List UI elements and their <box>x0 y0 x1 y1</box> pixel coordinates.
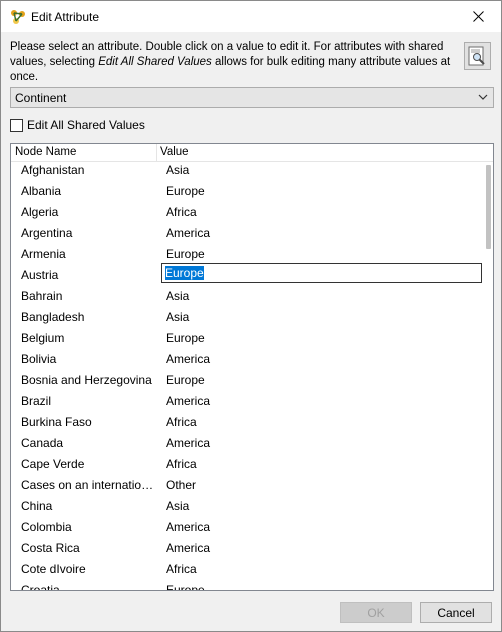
vertical-scrollbar[interactable] <box>483 162 493 590</box>
table-body: Afghanistan Asia Albania Europe Algeria Afric… <box>11 162 483 590</box>
value-edit-field[interactable]: Europe <box>161 263 482 283</box>
value-cell[interactable]: Africa <box>166 204 197 221</box>
node-name-cell[interactable]: Belgium <box>21 330 157 347</box>
node-name-cell[interactable]: China <box>21 498 157 515</box>
value-cell[interactable]: America <box>166 393 210 410</box>
value-cell[interactable]: America <box>166 540 210 557</box>
scrollbar-thumb[interactable] <box>486 165 491 249</box>
value-cell[interactable]: Asia <box>166 288 189 305</box>
edit-all-shared-checkbox[interactable] <box>10 118 23 132</box>
value-cell[interactable]: Asia <box>166 162 189 179</box>
node-name-cell[interactable]: Colombia <box>21 519 157 536</box>
instructions-text: Please select an attribute. Double click… <box>10 41 451 83</box>
value-cell[interactable]: America <box>166 351 210 368</box>
value-cell[interactable]: America <box>166 225 210 242</box>
value-cell[interactable]: Africa <box>166 561 197 578</box>
node-name-cell[interactable]: Bangladesh <box>21 309 157 326</box>
edit-all-shared-label: Edit All Shared Values <box>27 118 145 132</box>
table-row[interactable]: Cote dIvoire Africa <box>11 561 483 582</box>
node-name-cell[interactable]: Austria <box>21 267 157 284</box>
table-row[interactable]: Bangladesh Asia <box>11 309 483 330</box>
title-bar: Edit Attribute <box>1 1 501 32</box>
table-row[interactable]: Colombia America <box>11 519 483 540</box>
table-row[interactable]: Afghanistan Asia <box>11 162 483 183</box>
node-name-cell[interactable]: Bosnia and Herzegovina <box>21 372 157 389</box>
table-row[interactable]: Burkina Faso Africa <box>11 414 483 435</box>
table-row[interactable]: Albania Europe <box>11 183 483 204</box>
table-row[interactable]: Cape Verde Africa <box>11 456 483 477</box>
table-header: Node Name Value <box>11 144 493 162</box>
cancel-button[interactable]: Cancel <box>420 602 492 623</box>
attribute-dropdown[interactable]: Continent <box>10 87 494 108</box>
node-name-cell[interactable]: Burkina Faso <box>21 414 157 431</box>
value-cell[interactable]: Europe <box>166 372 205 389</box>
node-name-cell[interactable]: Bolivia <box>21 351 157 368</box>
node-name-cell[interactable]: Cote dIvoire <box>21 561 157 578</box>
node-name-cell[interactable]: Canada <box>21 435 157 452</box>
node-name-cell[interactable]: Bahrain <box>21 288 157 305</box>
table-row[interactable]: Cases on an international... Other <box>11 477 483 498</box>
column-divider[interactable] <box>156 144 157 161</box>
help-button[interactable] <box>464 42 491 70</box>
edit-attribute-dialog: Edit Attribute Please select an attribut… <box>0 0 502 632</box>
table-row[interactable]: Croatia Europe <box>11 582 483 590</box>
value-cell[interactable]: Europe <box>166 183 205 200</box>
selected-text: Europe <box>165 266 204 280</box>
value-cell[interactable]: America <box>166 519 210 536</box>
window-title: Edit Attribute <box>31 10 100 24</box>
table-row[interactable]: Argentina America <box>11 225 483 246</box>
value-cell[interactable]: Europe <box>166 582 205 590</box>
close-button[interactable] <box>455 1 501 32</box>
node-name-cell[interactable]: Argentina <box>21 225 157 242</box>
value-cell[interactable]: Asia <box>166 498 189 515</box>
table-row[interactable]: Bolivia America <box>11 351 483 372</box>
value-cell[interactable]: Other <box>166 477 196 494</box>
table-row[interactable]: Brazil America <box>11 393 483 414</box>
table-row[interactable]: Bahrain Asia <box>11 288 483 309</box>
close-icon <box>472 11 484 22</box>
table-row[interactable]: Canada America <box>11 435 483 456</box>
edit-all-shared-values-option[interactable]: Edit All Shared Values <box>10 117 145 133</box>
help-magnifier-icon <box>468 46 485 65</box>
node-name-cell[interactable]: Albania <box>21 183 157 200</box>
table-row[interactable]: Bosnia and Herzegovina Europe <box>11 372 483 393</box>
node-name-cell[interactable]: Armenia <box>21 246 157 263</box>
value-cell[interactable]: Africa <box>166 456 197 473</box>
value-cell[interactable]: Africa <box>166 414 197 431</box>
node-name-cell[interactable]: Croatia <box>21 582 157 590</box>
node-name-cell[interactable]: Brazil <box>21 393 157 410</box>
table-row[interactable]: Austria Europe <box>11 263 483 288</box>
chevron-down-icon <box>478 94 488 100</box>
value-cell[interactable]: America <box>166 435 210 452</box>
attribute-values-table: Node Name Value Afghanistan Asia Albania Eu… <box>10 143 494 591</box>
table-row[interactable]: Algeria Africa <box>11 204 483 225</box>
value-cell[interactable]: Europe <box>166 246 205 263</box>
node-name-cell[interactable]: Algeria <box>21 204 157 221</box>
node-name-cell[interactable]: Afghanistan <box>21 162 157 179</box>
node-name-cell[interactable]: Cases on an international... <box>21 477 157 494</box>
value-cell[interactable]: Europe <box>166 330 205 347</box>
table-row[interactable]: Belgium Europe <box>11 330 483 351</box>
value-cell[interactable]: Asia <box>166 309 189 326</box>
table-row[interactable]: Costa Rica America <box>11 540 483 561</box>
cytoscape-app-icon <box>11 10 25 24</box>
column-header-value[interactable]: Value <box>160 146 189 158</box>
column-header-node-name[interactable]: Node Name <box>15 146 76 158</box>
node-name-cell[interactable]: Cape Verde <box>21 456 157 473</box>
ok-button[interactable]: OK <box>340 602 412 623</box>
node-name-cell[interactable]: Costa Rica <box>21 540 157 557</box>
table-row[interactable]: China Asia <box>11 498 483 519</box>
attribute-dropdown-value: Continent <box>15 91 67 105</box>
